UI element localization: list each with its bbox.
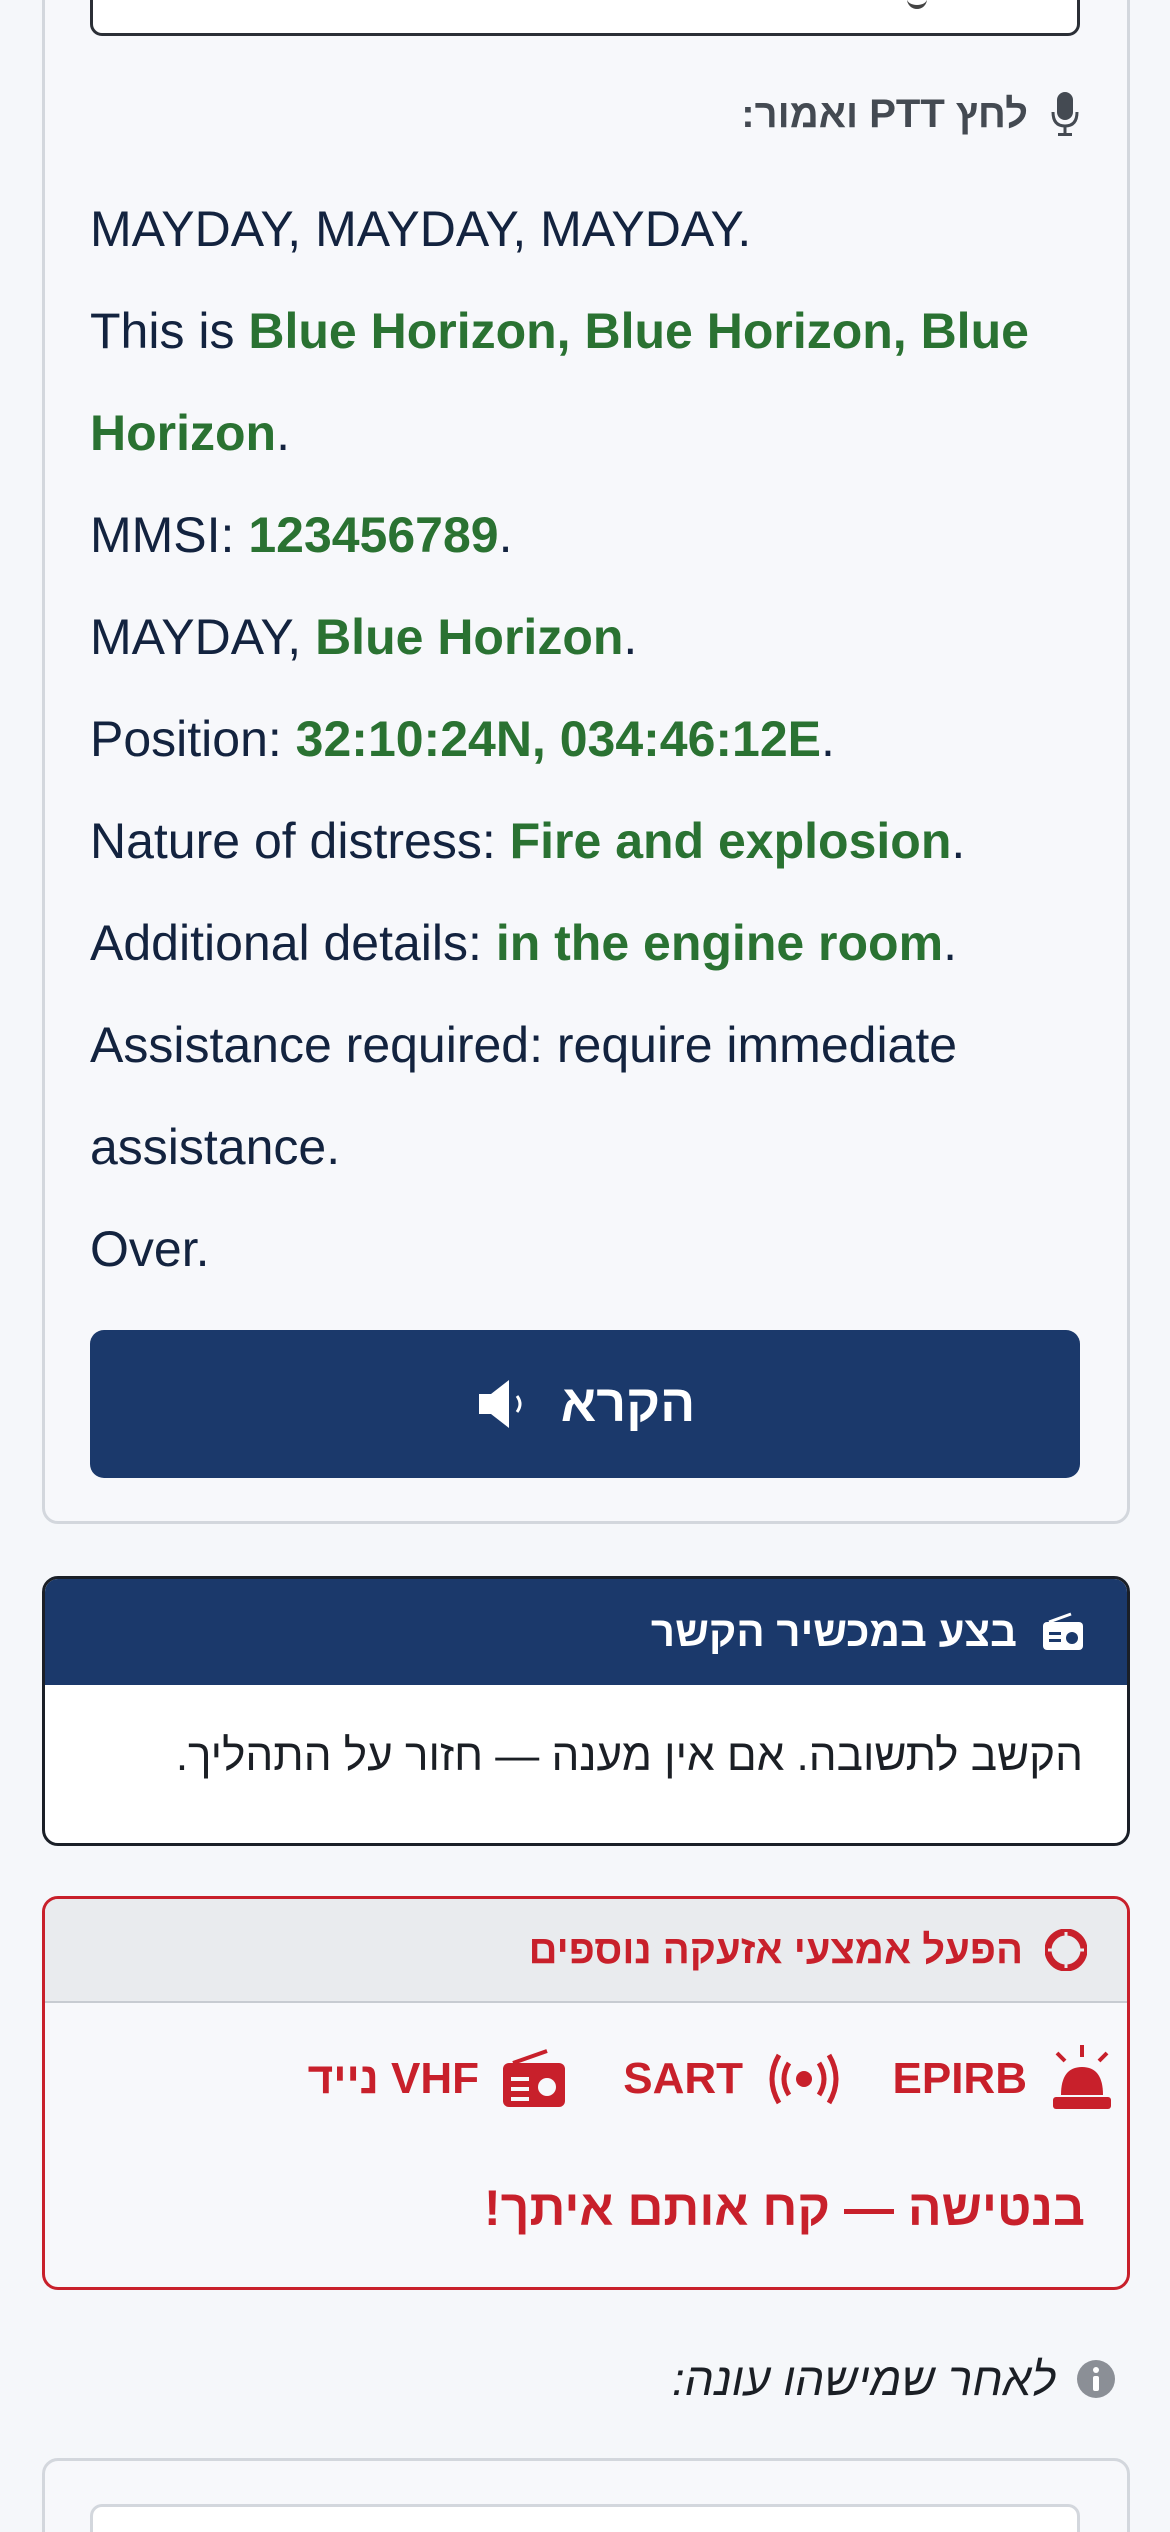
script-line-over: Over. <box>90 1221 210 1277</box>
microphone-icon <box>1051 92 1079 136</box>
lifebuoy-icon <box>1045 1929 1087 1971</box>
after-answer-label: לאחר שמישהו עונה: <box>671 2353 1056 2405</box>
read-aloud-button[interactable]: הקרא <box>90 1330 1080 1478</box>
script-line-nature: Nature of distress: Fire and explosion. <box>90 813 966 869</box>
radio-card-body: הקשב לתשובה. אם אין מענה — חזור על התהלי… <box>175 1731 1083 1780</box>
position-value: 32:10:24N, 034:46:12E <box>295 711 822 767</box>
top-input-field[interactable] <box>90 0 1080 36</box>
nature-value: Fire and explosion <box>509 813 952 869</box>
read-aloud-label: הקרא <box>560 1375 696 1433</box>
script-line-mayday-vessel: MAYDAY, Blue Horizon. <box>90 609 638 665</box>
ptt-label: לחץ PTT ואמור: <box>741 91 1028 136</box>
field-glyph <box>907 0 927 9</box>
device-sart: SART <box>593 2029 843 2129</box>
info-icon <box>1077 2360 1115 2398</box>
device-sart-label: SART <box>623 2054 743 2103</box>
script-line-mayday: MAYDAY, MAYDAY, MAYDAY. <box>90 201 752 257</box>
script-line-position: Position: 32:10:24N, 034:46:12E. <box>90 711 835 767</box>
radio-card-header: בצע במכשיר הקשר <box>45 1579 1127 1685</box>
device-vhf-label: VHF נייד <box>307 2054 479 2103</box>
device-epirb-label: EPIRB <box>892 2054 1027 2103</box>
radio-action-card: בצע במכשיר הקשר הקשב לתשובה. אם אין מענה… <box>42 1576 1130 1846</box>
alert-devices-card: הפעל אמצעי אזעקה נוספים EPIRB SART VHF נ… <box>42 1896 1130 2290</box>
page: לחץ PTT ואמור: MAYDAY, MAYDAY, MAYDAY. T… <box>0 0 1170 2532</box>
radio-card-title: בצע במכשיר הקשר <box>650 1608 1017 1655</box>
mmsi-value: 123456789 <box>248 507 499 563</box>
handheld-radio-icon <box>503 2049 565 2107</box>
after-answer-heading: לאחר שמישהו עונה: <box>600 2346 1116 2412</box>
script-line-details: Additional details: in the engine room. <box>90 915 957 971</box>
device-epirb: EPIRB <box>855 2029 1115 2129</box>
alert-devices-list: EPIRB SART VHF נייד <box>45 2029 1127 2129</box>
broadcast-icon <box>769 2053 839 2105</box>
mayday-script-text: MAYDAY, MAYDAY, MAYDAY. This is Blue Hor… <box>90 178 1080 1300</box>
next-step-field[interactable] <box>90 2504 1080 2532</box>
details-value: in the engine room <box>495 915 944 971</box>
ptt-instruction: לחץ PTT ואמור: <box>90 84 1080 144</box>
alert-card-title: הפעל אמצעי אזעקה נוספים <box>528 1927 1023 1972</box>
abandon-ship-warning: בנטישה — קח אותם איתך! <box>483 2180 1085 2236</box>
radio-icon <box>1043 1612 1083 1650</box>
script-line-assistance: Assistance required: require immediate a… <box>90 1017 958 1175</box>
device-vhf: VHF נייד <box>267 2029 567 2129</box>
beacon-siren-icon <box>1053 2045 1111 2109</box>
speaker-icon <box>478 1380 522 1428</box>
alert-card-header: הפעל אמצעי אזעקה נוספים <box>45 1899 1127 2003</box>
script-line-mmsi: MMSI: 123456789. <box>90 507 513 563</box>
vessel-name: Blue Horizon <box>315 609 624 665</box>
script-line-this-is: This is Blue Horizon, Blue Horizon, Blue… <box>90 303 1029 461</box>
